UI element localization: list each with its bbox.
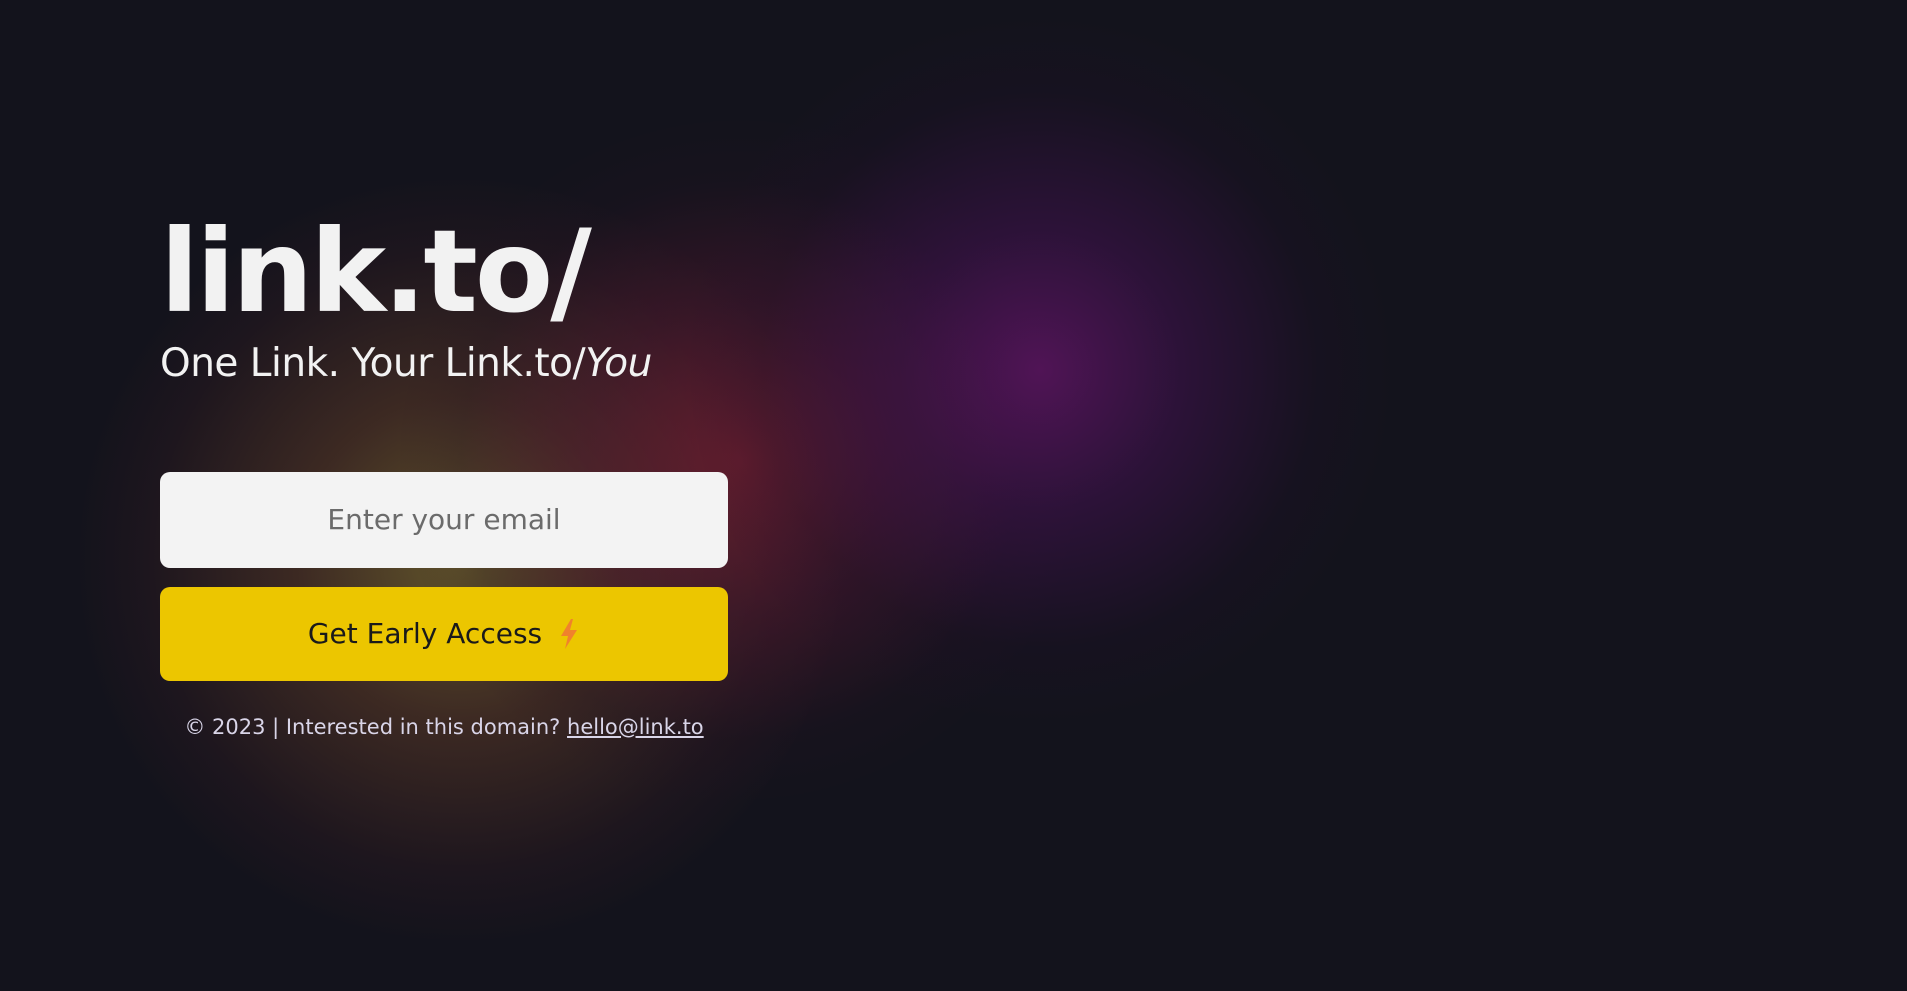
tagline-emphasis: You (585, 341, 652, 386)
footer: © 2023 | Interested in this domain? hell… (160, 715, 728, 739)
hero-content: link.to/ One Link. Your Link.to/You Get … (160, 215, 728, 739)
brand-logo: link.to/ (160, 205, 592, 338)
footer-text: © 2023 | Interested in this domain? (184, 714, 561, 739)
email-input[interactable] (160, 471, 728, 568)
lightning-bolt-icon (558, 618, 580, 650)
tagline: One Link. Your Link.to/You (160, 341, 728, 388)
tagline-prefix: One Link. Your Link.to/ (160, 341, 586, 386)
contact-email-link[interactable]: hello@link.to (567, 715, 704, 739)
get-early-access-button[interactable]: Get Early Access (160, 586, 728, 681)
landing-page: link.to/ One Link. Your Link.to/You Get … (0, 0, 1907, 991)
background-glow-purple (690, 20, 1390, 720)
get-early-access-label: Get Early Access (307, 617, 543, 651)
